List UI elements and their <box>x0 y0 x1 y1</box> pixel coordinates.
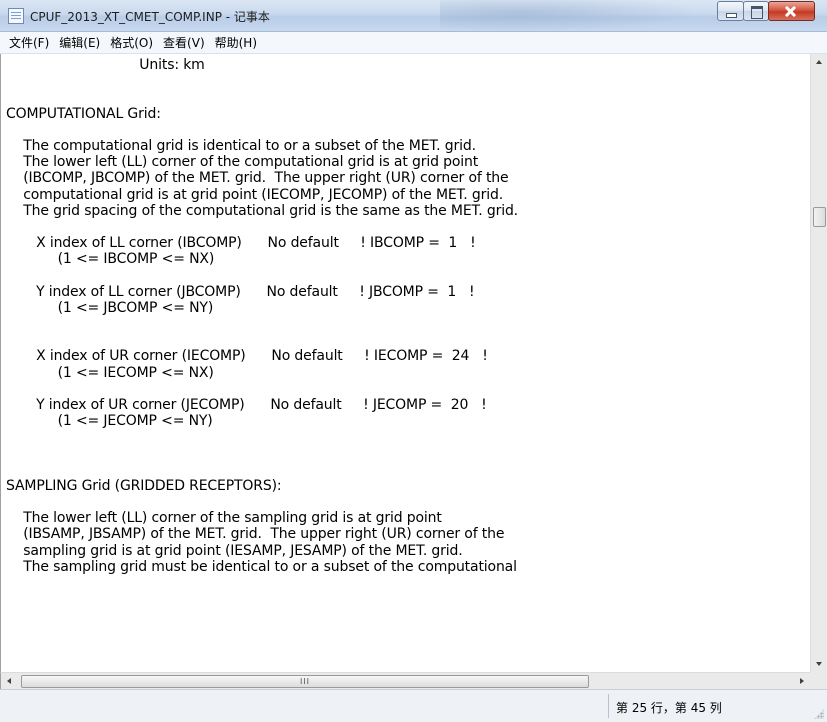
vertical-scroll-thumb[interactable] <box>813 207 826 227</box>
text-line <box>6 446 806 462</box>
notepad-icon[interactable] <box>8 8 24 24</box>
text-line: (1 <= IBCOMP <= NX) <box>6 251 215 268</box>
text-line <box>6 494 806 510</box>
status-divider <box>608 694 609 718</box>
minimize-button[interactable] <box>717 1 744 21</box>
title-bar[interactable]: CPUF_2013_XT_CMET_COMP.INP - 记事本 <box>0 0 827 32</box>
title-bar-glass <box>440 0 700 32</box>
scrollbar-corner <box>810 672 827 689</box>
status-bar: 第 25 行，第 45 列 <box>0 689 827 722</box>
scroll-grip-icon: III <box>299 676 311 686</box>
text-line: (1 <= IECOMP <= NX) <box>6 364 214 381</box>
text-line <box>6 462 806 478</box>
cursor-position: 第 25 行，第 45 列 <box>616 701 722 715</box>
text-line: The computational grid is identical to o… <box>6 137 476 154</box>
scroll-up-arrow-icon[interactable] <box>811 54 827 71</box>
menu-bar: 文件(F) 编辑(E) 格式(O) 查看(V) 帮助(H) <box>0 32 827 54</box>
scroll-left-arrow-icon[interactable] <box>1 673 18 690</box>
text-line: (1 <= JECOMP <= NY) <box>6 413 213 430</box>
text-line: (IBCOMP, JBCOMP) of the MET. grid. The u… <box>6 170 509 187</box>
text-content[interactable]: Units: km COMPUTATIONAL Grid: The comput… <box>6 57 806 575</box>
menu-help[interactable]: 帮助(H) <box>210 34 262 51</box>
text-editor[interactable]: Units: km COMPUTATIONAL Grid: The comput… <box>0 54 810 672</box>
text-line <box>6 316 806 332</box>
text-line <box>6 267 806 283</box>
maximize-button[interactable] <box>743 1 769 21</box>
text-line <box>6 122 806 138</box>
text-line: X index of LL corner (IBCOMP) No default… <box>6 235 476 252</box>
horizontal-scrollbar[interactable]: III <box>0 672 810 689</box>
text-line: The lower left (LL) corner of the sampli… <box>6 510 442 527</box>
text-line <box>6 332 806 348</box>
vertical-scrollbar[interactable] <box>810 54 827 672</box>
text-line: Units: km <box>6 57 205 73</box>
text-line: The lower left (LL) corner of the comput… <box>6 154 479 171</box>
text-line <box>6 89 806 105</box>
text-line: X index of UR corner (IECOMP) No default… <box>6 348 488 365</box>
scroll-right-arrow-icon[interactable] <box>793 673 810 690</box>
text-line <box>6 429 806 445</box>
menu-view[interactable]: 查看(V) <box>158 34 210 51</box>
text-line: COMPUTATIONAL Grid: <box>6 105 161 122</box>
menu-edit[interactable]: 编辑(E) <box>54 34 105 51</box>
text-line: SAMPLING Grid (GRIDDED RECEPTORS): <box>6 477 282 494</box>
menu-format[interactable]: 格式(O) <box>105 34 158 51</box>
text-line: The sampling grid must be identical to o… <box>6 558 517 575</box>
text-line: Y index of UR corner (JECOMP) No default… <box>6 396 487 413</box>
text-line: The grid spacing of the computational gr… <box>6 202 518 219</box>
menu-file[interactable]: 文件(F) <box>4 34 54 51</box>
scroll-down-arrow-icon[interactable] <box>811 655 827 672</box>
text-line: sampling grid is at grid point (IESAMP, … <box>6 542 463 559</box>
window-title: CPUF_2013_XT_CMET_COMP.INP - 记事本 <box>30 10 270 24</box>
text-line: (IBSAMP, JBSAMP) of the MET. grid. The u… <box>6 526 505 543</box>
text-line <box>6 73 806 89</box>
text-line <box>6 381 806 397</box>
text-line <box>6 219 806 235</box>
horizontal-scroll-thumb[interactable]: III <box>21 675 589 688</box>
text-line: computational grid is at grid point (IEC… <box>6 186 504 203</box>
close-button[interactable] <box>768 1 815 21</box>
resize-grip-icon[interactable] <box>814 709 824 719</box>
text-line: (1 <= JBCOMP <= NY) <box>6 299 214 316</box>
text-line: Y index of LL corner (JBCOMP) No default… <box>6 283 475 300</box>
